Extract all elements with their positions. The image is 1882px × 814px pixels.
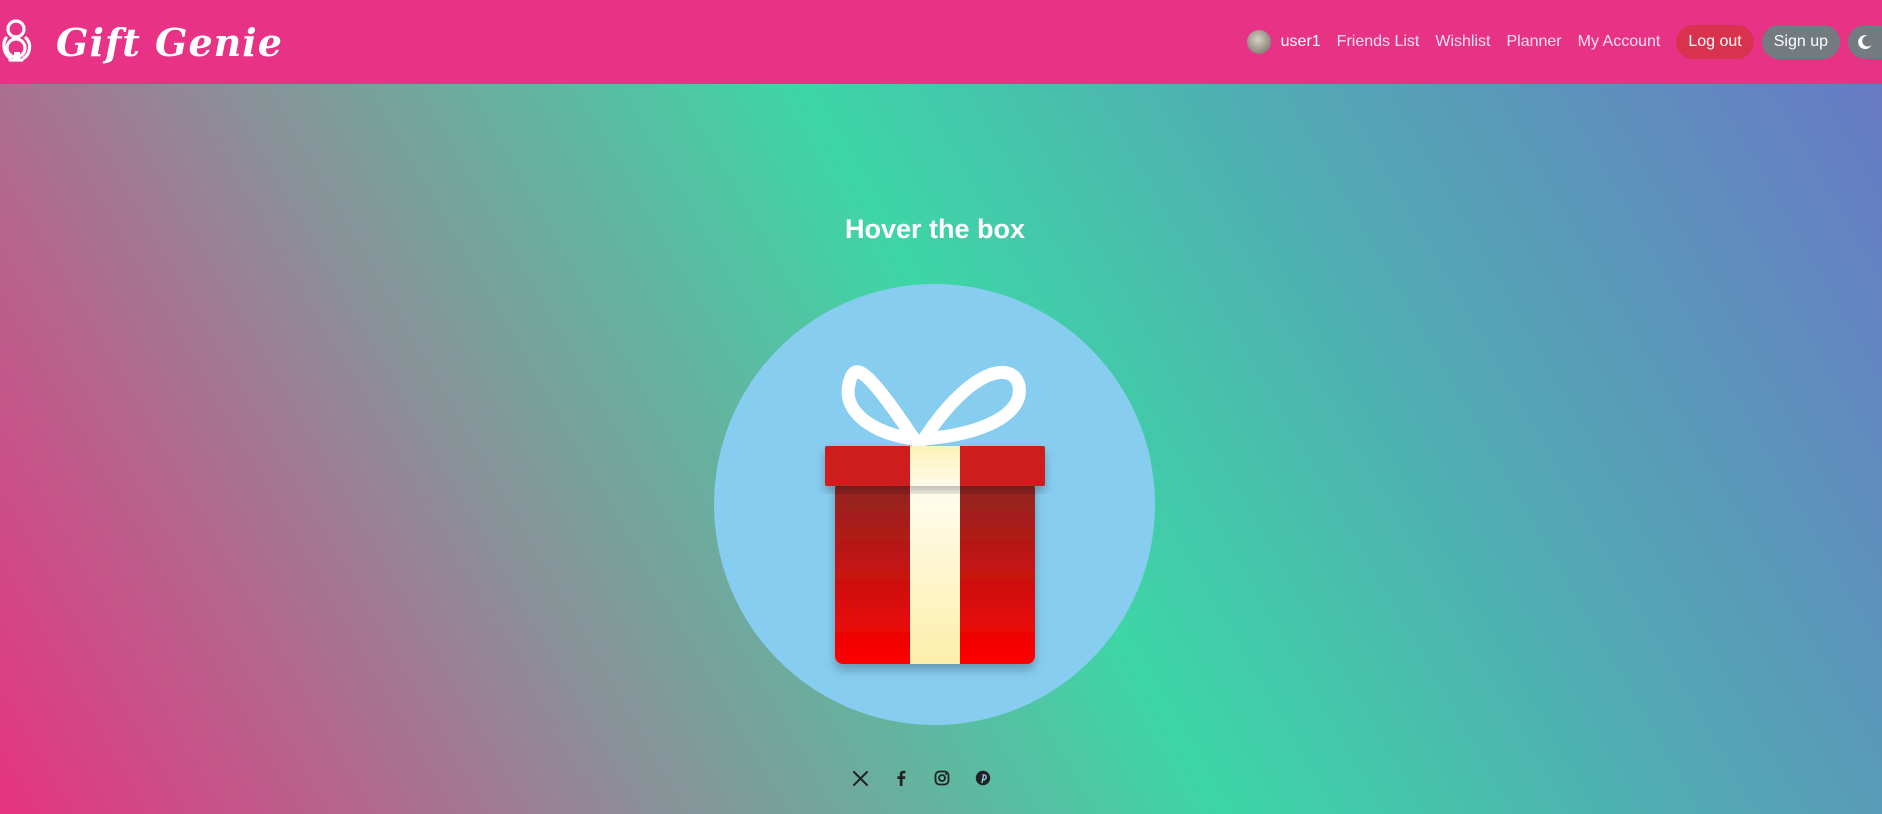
pinterest-icon[interactable] xyxy=(973,768,993,788)
hero-title: Hover the box xyxy=(844,214,1026,244)
nav-user-name[interactable]: user1 xyxy=(1281,33,1321,51)
social-links xyxy=(850,768,993,788)
navbar: Gift Genie user1 Friends List Wishlist P… xyxy=(0,0,1882,84)
brand[interactable]: Gift Genie xyxy=(0,14,283,70)
user-menu[interactable]: user1 xyxy=(1246,30,1321,54)
nav-link-wishlist[interactable]: Wishlist xyxy=(1435,33,1490,51)
instagram-icon[interactable] xyxy=(932,768,952,788)
genie-lamp-logo-icon xyxy=(2,19,32,62)
moon-icon xyxy=(1858,35,1872,50)
x-icon[interactable] xyxy=(850,768,870,788)
nav-right: user1 Friends List Wishlist Planner My A… xyxy=(1246,0,1882,84)
brand-name: Gift Genie xyxy=(56,19,283,65)
nav-link-planner[interactable]: Planner xyxy=(1506,33,1561,51)
nav-link-friends-list[interactable]: Friends List xyxy=(1337,33,1420,51)
gift-circle[interactable] xyxy=(714,284,1155,725)
facebook-icon[interactable] xyxy=(891,768,911,788)
theme-toggle-button[interactable] xyxy=(1848,25,1882,59)
signup-button[interactable]: Sign up xyxy=(1761,25,1840,59)
gift-box-icon[interactable] xyxy=(714,284,1155,725)
logout-button[interactable]: Log out xyxy=(1676,25,1754,59)
nav-link-my-account[interactable]: My Account xyxy=(1578,33,1661,51)
avatar xyxy=(1246,30,1271,54)
